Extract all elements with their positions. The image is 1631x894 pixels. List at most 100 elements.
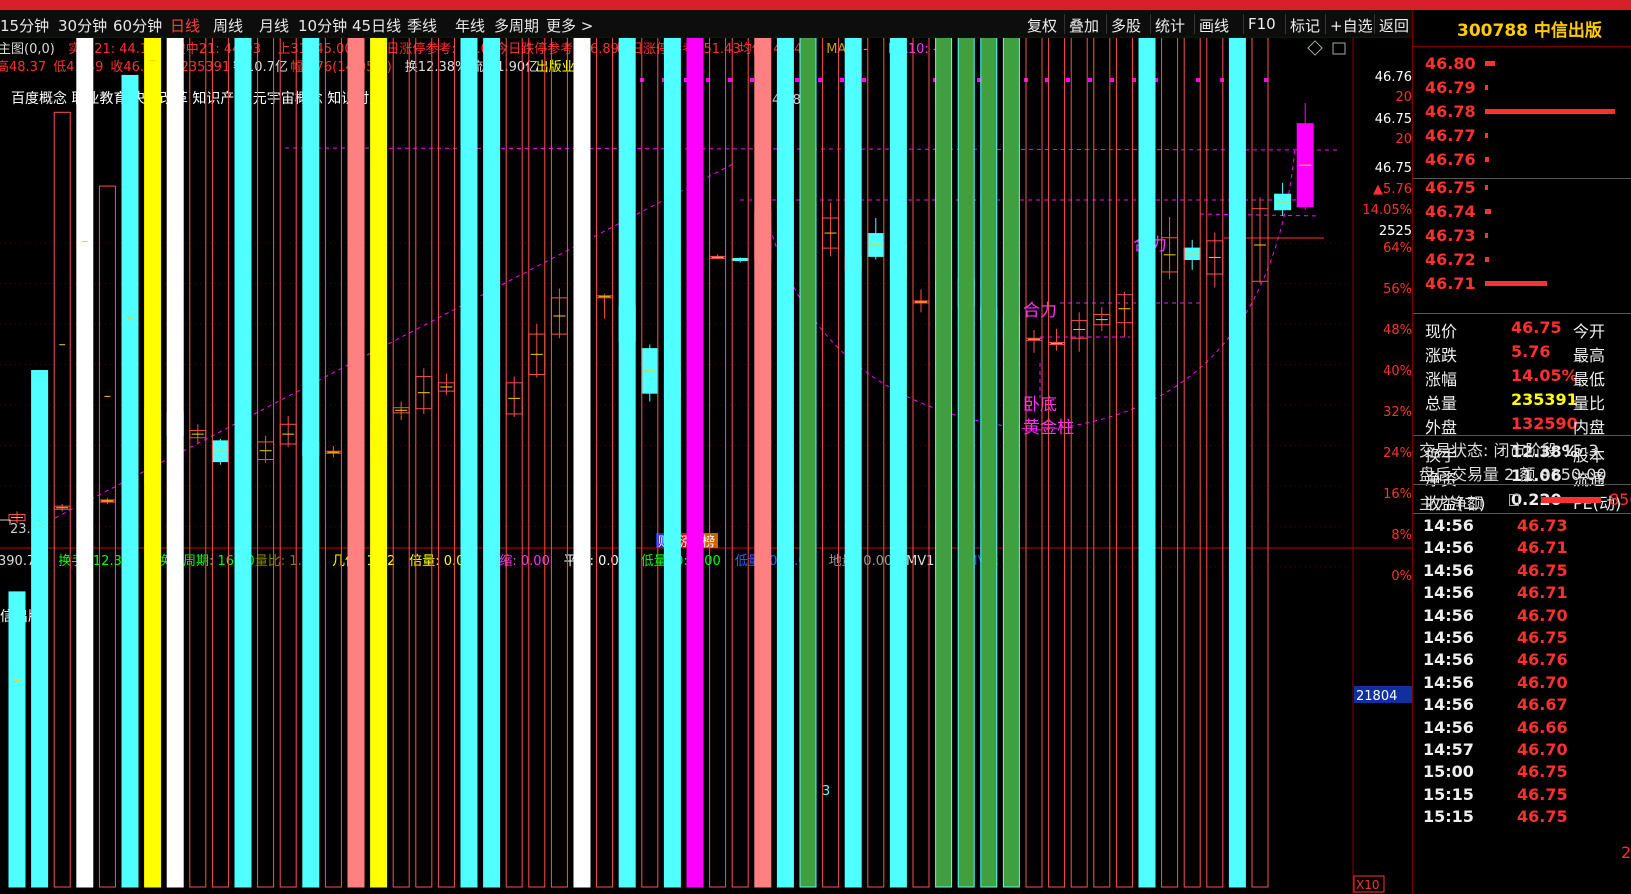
volume-bar[interactable] <box>144 38 162 888</box>
volume-bar[interactable] <box>550 38 568 888</box>
volume-bar[interactable] <box>754 38 772 888</box>
tab-6[interactable]: 10分钟 <box>298 15 347 36</box>
volume-bar[interactable] <box>460 38 478 888</box>
order-level[interactable]: 46.80 <box>1413 54 1631 76</box>
volume-bar[interactable] <box>618 38 636 888</box>
volume-bar[interactable] <box>121 74 139 888</box>
volume-bar[interactable] <box>912 38 930 888</box>
volume-bar[interactable] <box>1138 38 1156 888</box>
window-icon[interactable] <box>1332 42 1346 55</box>
volume-bar[interactable] <box>76 38 94 888</box>
tab-11[interactable]: 更多 > <box>546 15 593 36</box>
volume-bar[interactable] <box>1002 38 1020 888</box>
volume-bar[interactable] <box>1183 38 1201 888</box>
volume-bar[interactable] <box>980 38 998 888</box>
toolbar-2[interactable]: 多股 <box>1111 15 1141 36</box>
volume-bar[interactable] <box>1048 38 1066 888</box>
volume-bar[interactable] <box>641 38 659 888</box>
volume-bar[interactable] <box>370 38 388 888</box>
volume-bar[interactable] <box>935 38 953 888</box>
volume-bar[interactable] <box>596 38 614 888</box>
volume-bar[interactable] <box>709 38 727 888</box>
order-level[interactable]: 46.79 <box>1413 78 1631 100</box>
quote-cell: 最高 <box>1573 346 1606 365</box>
volume-bar[interactable] <box>867 38 885 888</box>
toolbar-3[interactable]: 统计 <box>1155 15 1185 36</box>
volume-bar[interactable] <box>889 38 907 888</box>
volume-bar[interactable] <box>1093 38 1111 888</box>
toolbar-0[interactable]: 复权 <box>1027 15 1057 36</box>
order-level[interactable]: 46.74 <box>1413 202 1631 224</box>
stock-title[interactable]: 300788 中信出版 <box>1457 16 1602 41</box>
volume-bar[interactable] <box>347 38 365 888</box>
volume-bar[interactable] <box>799 38 817 888</box>
volume-bar[interactable] <box>573 38 591 888</box>
order-level[interactable]: 46.72 <box>1413 250 1631 272</box>
volume-bar[interactable] <box>1115 38 1133 888</box>
volume-bar[interactable] <box>776 38 794 888</box>
order-level[interactable]: 46.78 <box>1413 102 1631 124</box>
volume-bar[interactable] <box>234 38 252 888</box>
tab-8[interactable]: 季线 <box>407 15 437 36</box>
tab-10[interactable]: 多周期 <box>494 15 539 36</box>
volume-bar[interactable] <box>686 38 704 888</box>
volume-bar[interactable] <box>31 370 49 888</box>
volume-bar[interactable] <box>302 38 320 888</box>
toolbar-6[interactable]: 标记 <box>1290 15 1320 36</box>
diamond-icon[interactable] <box>1307 40 1323 56</box>
order-level[interactable]: 46.77 <box>1413 126 1631 148</box>
toolbar-5[interactable]: F10 <box>1248 15 1276 33</box>
volume-bar[interactable] <box>957 38 975 888</box>
order-price: 46.79 <box>1425 78 1476 97</box>
volume-bar[interactable] <box>279 38 297 888</box>
order-level[interactable]: 46.75 <box>1413 178 1631 200</box>
order-level[interactable]: 46.73 <box>1413 226 1631 248</box>
tab-2[interactable]: 60分钟 <box>113 15 162 36</box>
tab-7[interactable]: 45日线 <box>352 15 401 36</box>
order-level[interactable]: 46.71 <box>1413 274 1631 296</box>
volume-bar[interactable] <box>53 111 71 888</box>
volume-bar[interactable] <box>1161 38 1179 888</box>
tick-time: 14:56 <box>1423 560 1474 580</box>
tab-3[interactable]: 日线 <box>170 15 200 36</box>
volume-bar[interactable] <box>663 38 681 888</box>
tab-5[interactable]: 月线 <box>259 15 289 36</box>
volume-bar[interactable] <box>437 38 455 888</box>
volume-bar[interactable] <box>1070 38 1088 888</box>
tab-0[interactable]: 15分钟 <box>0 15 49 36</box>
volume-bar[interactable] <box>731 38 749 888</box>
volume-bar[interactable] <box>392 38 410 888</box>
volume-bar[interactable] <box>1025 38 1043 888</box>
axis-label: 46.75 <box>1375 112 1412 127</box>
volume-bar[interactable] <box>822 38 840 888</box>
info-line2-item: 高48.37 <box>0 59 46 75</box>
volume-bar[interactable] <box>1206 38 1224 888</box>
tab-4[interactable]: 周线 <box>213 15 243 36</box>
tab-1[interactable]: 30分钟 <box>58 15 107 36</box>
toolbar-7[interactable]: +自选 <box>1330 15 1373 36</box>
volume-bar[interactable] <box>505 38 523 888</box>
volume-bar[interactable] <box>98 185 116 888</box>
toolbar-8[interactable]: 返回 <box>1379 15 1409 36</box>
info-line1-item: 今日涨停参考: 45.09 <box>373 41 497 57</box>
tick-time: 15:00 <box>1423 762 1474 782</box>
tick-price: 46.75 <box>1517 628 1568 647</box>
volume-bar[interactable] <box>166 38 184 888</box>
volume-bar[interactable] <box>1251 38 1269 888</box>
volume-bar[interactable] <box>8 591 26 888</box>
toolbar-4[interactable]: 画线 <box>1199 15 1229 36</box>
volume-bar[interactable] <box>415 38 433 888</box>
signal-dot <box>795 78 799 82</box>
volume-bar[interactable] <box>1228 38 1246 888</box>
volume-bar[interactable] <box>844 38 862 888</box>
volume-bar[interactable] <box>324 38 342 888</box>
volume-bar[interactable] <box>483 38 501 888</box>
tick-time: 14:56 <box>1423 672 1474 692</box>
volume-bar[interactable] <box>528 38 546 888</box>
volume-bar[interactable] <box>189 38 207 888</box>
tab-9[interactable]: 年线 <box>455 15 485 36</box>
order-level[interactable]: 46.76 <box>1413 150 1631 172</box>
list-icon[interactable] <box>1509 494 1519 506</box>
kline-chart[interactable]: 主图(0,0) 实中21: 44.13 虚中21: 44.93 上31: 45.00 今… <box>0 38 1412 894</box>
toolbar-1[interactable]: 叠加 <box>1069 15 1099 36</box>
